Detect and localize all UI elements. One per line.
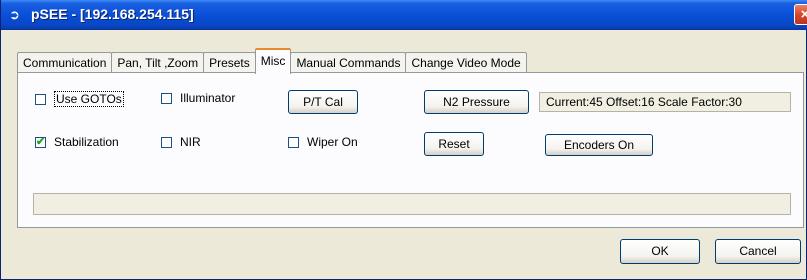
nir-checkbox[interactable]: NIR bbox=[161, 135, 201, 149]
stabilization-label: Stabilization bbox=[54, 135, 119, 149]
nir-label: NIR bbox=[180, 135, 201, 149]
psee-window: ➲ pSEE - [192.168.254.115] × Communicati… bbox=[0, 0, 807, 280]
use-gotos-label: Use GOTOs bbox=[54, 91, 124, 107]
tab-manual-commands[interactable]: Manual Commands bbox=[290, 52, 407, 73]
illuminator-box[interactable] bbox=[161, 92, 172, 104]
stabilization-box[interactable]: ✔ bbox=[35, 136, 46, 148]
nir-box[interactable] bbox=[161, 136, 172, 148]
tab-communication[interactable]: Communication bbox=[17, 52, 113, 73]
title-bar[interactable]: ➲ pSEE - [192.168.254.115] × bbox=[1, 0, 807, 30]
tab-misc[interactable]: Misc bbox=[254, 48, 292, 74]
app-icon: ➲ bbox=[9, 7, 20, 22]
wiper-on-label: Wiper On bbox=[307, 135, 358, 149]
tab-strip: Communication Pan, Tilt ,Zoom Presets Mi… bbox=[17, 47, 527, 74]
encoders-on-button[interactable]: Encoders On bbox=[545, 134, 653, 156]
reset-button[interactable]: Reset bbox=[424, 132, 484, 156]
cancel-button[interactable]: Cancel bbox=[715, 239, 801, 264]
close-button[interactable]: × bbox=[794, 4, 807, 25]
tab-change-video-mode[interactable]: Change Video Mode bbox=[405, 52, 527, 73]
pt-cal-button[interactable]: P/T Cal bbox=[288, 90, 358, 114]
window-title: pSEE - [192.168.254.115] bbox=[31, 6, 194, 22]
use-gotos-box[interactable] bbox=[35, 93, 46, 105]
ok-button[interactable]: OK bbox=[620, 239, 700, 264]
wiper-on-checkbox[interactable]: Wiper On bbox=[288, 135, 358, 149]
illuminator-checkbox[interactable]: Illuminator bbox=[161, 91, 235, 105]
status-progress-bar bbox=[33, 193, 791, 215]
tab-pan-tilt-zoom[interactable]: Pan, Tilt ,Zoom bbox=[111, 52, 205, 73]
illuminator-label: Illuminator bbox=[180, 91, 236, 105]
n2-pressure-button[interactable]: N2 Pressure bbox=[424, 90, 529, 114]
tab-presets[interactable]: Presets bbox=[203, 52, 256, 73]
stabilization-checkbox[interactable]: ✔ Stabilization bbox=[35, 135, 119, 149]
wiper-on-box[interactable] bbox=[288, 136, 299, 148]
use-gotos-checkbox[interactable]: Use GOTOs bbox=[35, 91, 124, 107]
status-readout: Current:45 Offset:16 Scale Factor:30 bbox=[539, 92, 791, 112]
